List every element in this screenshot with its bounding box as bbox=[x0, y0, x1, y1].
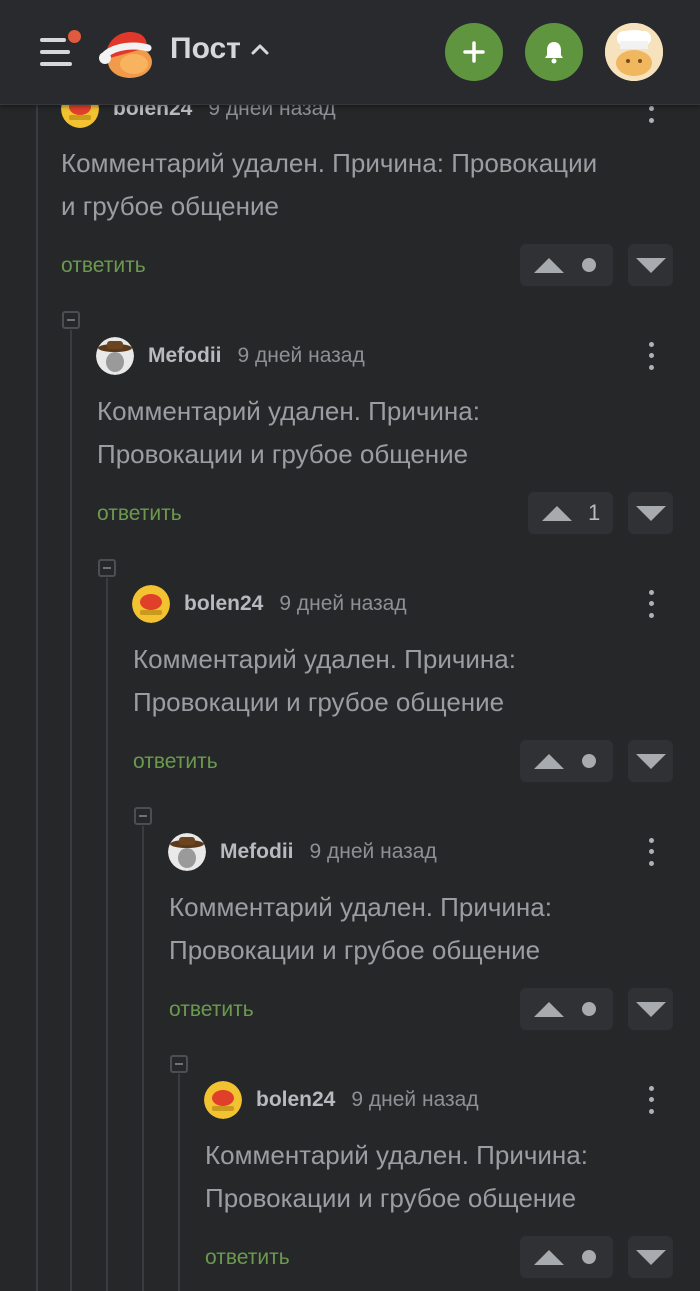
reply-link[interactable]: ответить bbox=[61, 254, 146, 278]
notification-dot-icon bbox=[68, 30, 81, 43]
comment-more-icon[interactable] bbox=[641, 587, 661, 621]
upvote-button[interactable] bbox=[520, 244, 613, 286]
comment-time[interactable]: 9 дней назад bbox=[238, 344, 365, 368]
arrow-down-icon bbox=[635, 1249, 666, 1265]
hamburger-menu-icon[interactable] bbox=[36, 30, 84, 74]
comment-text-line: Комментарий удален. Причина: Провокации bbox=[61, 148, 598, 178]
comment-vote bbox=[520, 244, 673, 286]
arrow-down-icon bbox=[635, 505, 666, 521]
comment-more-icon[interactable] bbox=[641, 835, 661, 869]
arrow-up-icon bbox=[542, 505, 572, 521]
page-title: Пост bbox=[170, 32, 241, 65]
rating-dot-icon bbox=[582, 754, 596, 768]
collapse-thread-button[interactable] bbox=[62, 311, 80, 329]
downvote-button[interactable] bbox=[628, 988, 673, 1030]
upvote-button[interactable] bbox=[520, 1236, 613, 1278]
comment-text: Комментарий удален. Причина: Провокации … bbox=[205, 1134, 588, 1220]
comment-text-line: Провокации и грубое общение bbox=[133, 687, 505, 717]
arrow-up-icon bbox=[534, 257, 564, 273]
arrow-up-icon bbox=[534, 1249, 564, 1265]
avatar[interactable] bbox=[204, 1081, 242, 1119]
user-avatar[interactable] bbox=[605, 23, 663, 81]
rating-count: 1 bbox=[588, 500, 601, 525]
avatar[interactable] bbox=[96, 337, 134, 375]
arrow-down-icon bbox=[635, 257, 666, 273]
arrow-up-icon bbox=[534, 1001, 564, 1017]
collapse-thread-button[interactable] bbox=[134, 807, 152, 825]
downvote-button[interactable] bbox=[628, 492, 673, 534]
comment-text: Комментарий удален. Причина: Провокации … bbox=[97, 390, 480, 476]
comment-text-line: Комментарий удален. Причина: bbox=[97, 396, 480, 426]
comment-more-icon[interactable] bbox=[641, 339, 661, 373]
thread-line bbox=[178, 1074, 180, 1291]
top-bar: Пост bbox=[0, 0, 700, 105]
comment-vote bbox=[520, 988, 673, 1030]
downvote-button[interactable] bbox=[628, 244, 673, 286]
thread-line bbox=[106, 578, 108, 1291]
comment-text-line: Провокации и грубое общение bbox=[205, 1183, 577, 1213]
rating-dot-icon bbox=[582, 1250, 596, 1264]
comment-text-line: Комментарий удален. Причина: bbox=[205, 1140, 588, 1170]
comment-more-icon[interactable] bbox=[641, 1083, 661, 1117]
arrow-down-icon bbox=[635, 753, 666, 769]
rating-dot-icon bbox=[582, 258, 596, 272]
downvote-button[interactable] bbox=[628, 1236, 673, 1278]
avatar[interactable] bbox=[132, 585, 170, 623]
comment-header: bolen24 9 дней назад bbox=[132, 584, 407, 624]
comment-time[interactable]: 9 дней назад bbox=[310, 840, 437, 864]
comment-text-line: Комментарий удален. Причина: bbox=[133, 644, 516, 674]
chevron-up-icon bbox=[251, 44, 269, 55]
reply-link[interactable]: ответить bbox=[133, 750, 218, 774]
comment-header: Mefodii 9 дней назад bbox=[168, 832, 437, 872]
comment-text: Комментарий удален. Причина: Провокации … bbox=[61, 142, 597, 228]
upvote-button[interactable] bbox=[520, 740, 613, 782]
comment-text-line: Провокации и грубое общение bbox=[169, 935, 541, 965]
notifications-button[interactable] bbox=[525, 23, 583, 81]
comment-header: bolen24 9 дней назад bbox=[204, 1080, 479, 1120]
comment-author[interactable]: Mefodii bbox=[148, 344, 222, 368]
thread-line bbox=[70, 330, 72, 1291]
add-post-button[interactable] bbox=[445, 23, 503, 81]
comment-time[interactable]: 9 дней назад bbox=[351, 1088, 478, 1112]
comment-text: Комментарий удален. Причина: Провокации … bbox=[169, 886, 552, 972]
comment-vote: 1 bbox=[528, 492, 673, 534]
comment-author[interactable]: Mefodii bbox=[220, 840, 294, 864]
arrow-down-icon bbox=[635, 1001, 666, 1017]
downvote-button[interactable] bbox=[628, 740, 673, 782]
upvote-button[interactable] bbox=[520, 988, 613, 1030]
reply-link[interactable]: ответить bbox=[97, 502, 182, 526]
comment-text-line: Провокации и грубое общение bbox=[97, 439, 469, 469]
upvote-button[interactable]: 1 bbox=[528, 492, 613, 534]
comment-header: Mefodii 9 дней назад bbox=[96, 336, 365, 376]
comment-text-line: и грубое общение bbox=[61, 191, 279, 221]
thread-line bbox=[36, 104, 38, 1291]
comment-vote bbox=[520, 740, 673, 782]
santa-hat-logo[interactable] bbox=[96, 24, 156, 80]
avatar[interactable] bbox=[168, 833, 206, 871]
comment-vote bbox=[520, 1236, 673, 1278]
reply-link[interactable]: ответить bbox=[205, 1246, 290, 1270]
page-title-dropdown[interactable]: Пост bbox=[170, 32, 269, 66]
comment-time[interactable]: 9 дней назад bbox=[279, 592, 406, 616]
collapse-thread-button[interactable] bbox=[98, 559, 116, 577]
arrow-up-icon bbox=[534, 753, 564, 769]
comment-author[interactable]: bolen24 bbox=[184, 592, 263, 616]
comment-text: Комментарий удален. Причина: Провокации … bbox=[133, 638, 516, 724]
collapse-thread-button[interactable] bbox=[170, 1055, 188, 1073]
thread-line bbox=[142, 826, 144, 1291]
plus-icon bbox=[463, 41, 485, 63]
rating-dot-icon bbox=[582, 1002, 596, 1016]
bell-icon bbox=[545, 42, 563, 64]
comment-author[interactable]: bolen24 bbox=[256, 1088, 335, 1112]
reply-link[interactable]: ответить bbox=[169, 998, 254, 1022]
comment-text-line: Комментарий удален. Причина: bbox=[169, 892, 552, 922]
